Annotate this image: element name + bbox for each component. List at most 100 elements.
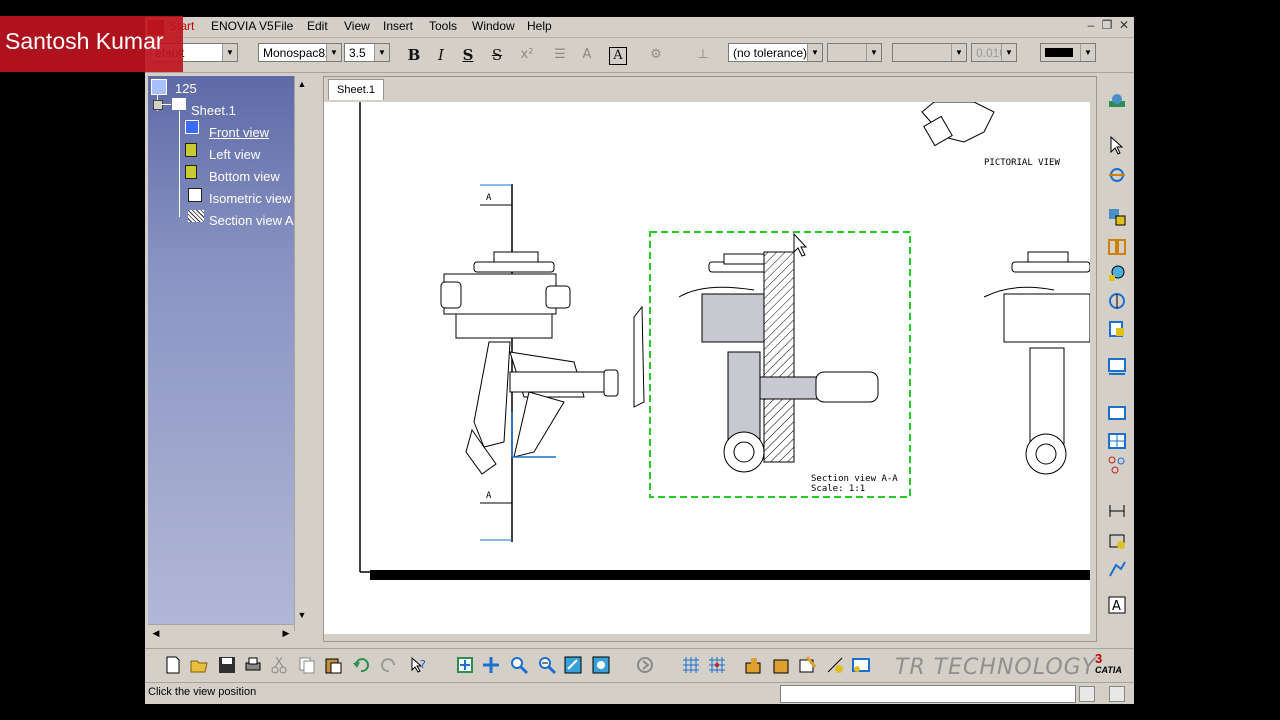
scroll-up-icon[interactable]: ▲ [295,77,309,91]
copy-icon[interactable] [297,655,317,675]
menu-tools[interactable]: Tools [429,19,457,33]
tree-item-bottom-view[interactable]: Bottom view [209,169,280,184]
status-bar: Click the view position [145,682,1134,704]
tolerance-combo[interactable]: (no tolerance) ▼ [728,43,823,62]
tree-horizontal-scrollbar[interactable]: ◀ ▶ [148,624,294,641]
font-size-combo[interactable]: 3.5 ▼ [344,43,390,62]
chevron-down-icon[interactable]: ▼ [374,44,389,61]
strikethrough-button[interactable]: S [487,45,507,65]
zoom-out-icon[interactable] [537,655,557,675]
section-view-icon[interactable] [1107,237,1127,257]
tree-item-section-view[interactable]: Section view A [209,213,294,228]
menu-window[interactable]: Window [472,19,515,33]
scroll-left-icon[interactable]: ◀ [149,626,163,640]
save-icon[interactable] [217,655,237,675]
menu-file[interactable]: File [274,19,293,33]
paste-icon[interactable] [323,655,343,675]
numerical-display-combo[interactable]: ▼ [892,43,967,62]
chevron-down-icon[interactable]: ▼ [326,44,341,61]
dimension-system-icon[interactable] [825,655,845,675]
redo-icon[interactable] [379,655,399,675]
normal-view-icon[interactable] [563,655,583,675]
tree-item-left-view[interactable]: Left view [209,147,260,162]
new-file-icon[interactable] [163,655,183,675]
tree-item-front-view[interactable]: Front view [209,125,269,140]
pictorial-view-label: PICTORIAL VIEW [984,158,1060,168]
power-input-field[interactable] [780,685,1076,703]
view-wizard-icon[interactable] [1107,357,1127,377]
select-arrow-icon[interactable] [1107,135,1127,155]
chevron-down-icon[interactable]: ▼ [1080,44,1095,61]
create-detected-constraints-icon[interactable] [771,655,791,675]
cut-icon[interactable] [269,655,289,675]
color-combo[interactable]: ▼ [1040,43,1096,62]
tree-connector [161,104,171,105]
tolerance-value-combo[interactable]: ▼ [827,43,882,62]
superscript-icon[interactable]: x² [517,45,537,65]
geometry-creation-icon[interactable] [1107,455,1127,475]
stop-command-button[interactable] [1079,686,1095,702]
dimension-icon[interactable] [1107,501,1127,521]
bold-button[interactable]: B [404,45,424,65]
analysis-display-icon[interactable] [743,655,763,675]
restore-icon[interactable]: ❐ [1100,18,1114,32]
chevron-down-icon[interactable]: ▼ [1001,44,1016,61]
new-sheet-icon[interactable] [1107,403,1127,423]
chevron-down-icon[interactable]: ▼ [807,44,822,61]
menu-edit[interactable]: Edit [307,19,328,33]
underline-button[interactable]: S [458,45,478,65]
open-folder-icon[interactable] [189,655,209,675]
tree-item-isometric-view[interactable]: Isometric view [209,191,291,206]
pan-icon[interactable] [481,655,501,675]
menu-insert[interactable]: Insert [383,19,413,33]
undo-icon[interactable] [351,655,371,675]
font-combo[interactable]: Monospac821 ▼ [258,43,342,62]
display-view-frame-icon[interactable] [851,655,871,675]
clipping-view-icon[interactable] [1107,291,1127,311]
precision-combo[interactable]: 0.010 ▼ [971,43,1017,62]
text-frame-button[interactable]: A [609,47,627,65]
annotation-leader-icon[interactable] [1107,559,1127,579]
broken-view-icon[interactable] [1107,319,1127,339]
section-view-drawing [678,251,879,473]
sheet-tab[interactable]: Sheet.1 [328,79,384,100]
align-icon[interactable]: ☰ [550,45,570,65]
italic-button[interactable]: I [431,45,451,65]
text-icon[interactable]: A [1107,595,1127,615]
scroll-down-icon[interactable]: ▼ [295,608,309,622]
menu-help[interactable]: Help [527,19,552,33]
filter-generated-elements-icon[interactable] [797,655,817,675]
new-detail-icon[interactable] [1107,431,1127,451]
command-list-button[interactable] [1109,686,1125,702]
insert-symbol-icon[interactable]: ⚙ [646,45,666,65]
drawing-canvas[interactable]: A A Section view A-A Scale: 1:1 PICTORIA… [324,102,1090,634]
menu-enovia[interactable]: ENOVIA V5 [211,19,274,33]
views-workbench-icon[interactable] [1107,91,1127,111]
detail-view-icon[interactable] [1107,263,1127,283]
update-icon[interactable] [635,655,655,675]
grid-icon[interactable] [681,655,701,675]
chevron-down-icon[interactable]: ▼ [951,44,966,61]
fit-all-icon[interactable] [455,655,475,675]
dimension-generation-icon[interactable] [1107,531,1127,551]
snap-to-point-icon[interactable] [707,655,727,675]
whats-this-icon[interactable]: ? [409,655,429,675]
menu-view[interactable]: View [344,19,370,33]
tree-root-label[interactable]: 125 [175,81,197,96]
collapse-icon[interactable] [153,100,163,110]
rotate-view-icon[interactable] [1107,165,1127,185]
chevron-down-icon[interactable]: ▼ [866,44,881,61]
front-view-drawing [440,184,645,542]
multi-view-icon[interactable] [591,655,611,675]
print-icon[interactable] [243,655,263,675]
tree-vertical-scrollbar[interactable]: ▲ ▼ [294,76,311,631]
minimize-icon[interactable]: – [1084,18,1098,32]
close-icon[interactable]: ✕ [1117,18,1131,32]
projection-view-icon[interactable] [1107,207,1127,227]
text-anchor-icon[interactable]: A [577,45,597,65]
chevron-down-icon[interactable]: ▼ [222,44,237,61]
tree-item-sheet[interactable]: Sheet.1 [191,103,236,118]
zoom-in-icon[interactable] [509,655,529,675]
scroll-right-icon[interactable]: ▶ [279,626,293,640]
dimension-line-icon[interactable]: ⊥ [693,45,713,65]
